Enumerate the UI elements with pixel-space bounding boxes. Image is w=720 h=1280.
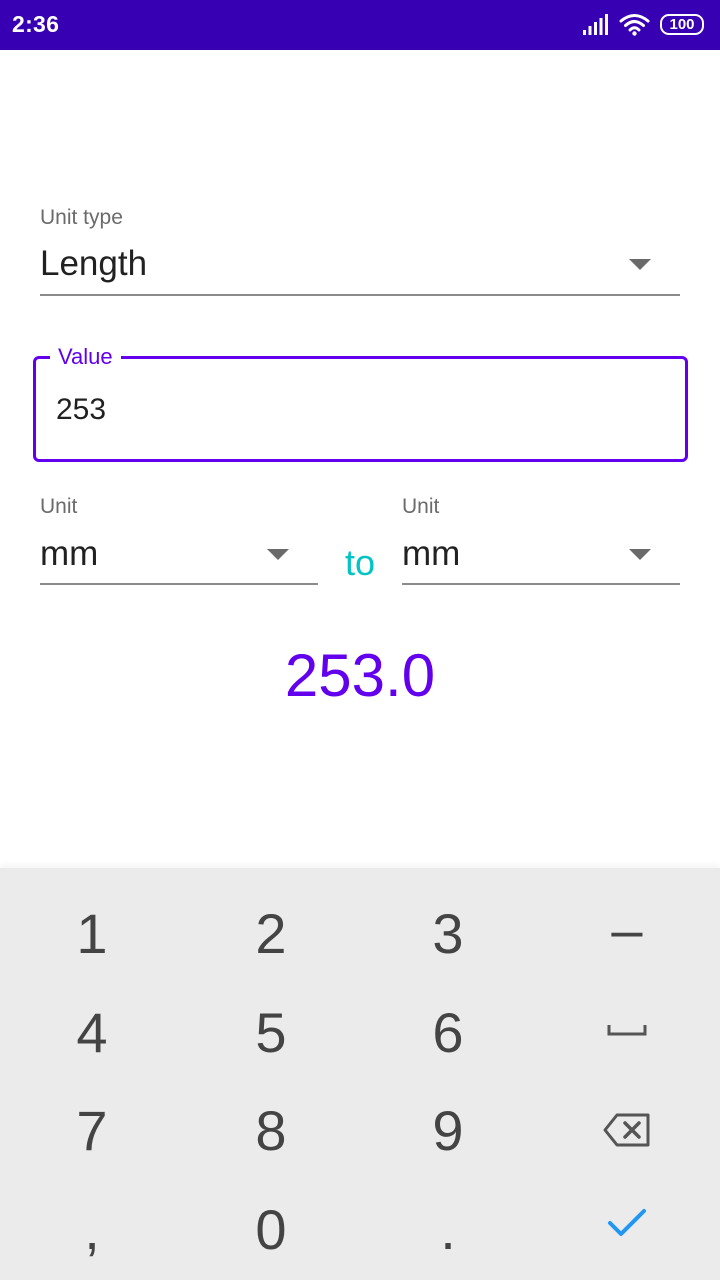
value-label: Value: [50, 344, 121, 370]
battery-level: 100: [669, 16, 695, 33]
value-input[interactable]: 253: [56, 393, 106, 427]
chevron-down-icon: [629, 549, 651, 560]
key-6[interactable]: 6: [358, 983, 538, 1081]
space-icon: [607, 1025, 647, 1036]
key-period[interactable]: .: [358, 1180, 538, 1278]
result-value: 253.0: [284, 642, 436, 709]
wifi-icon: [619, 14, 650, 36]
key-minus[interactable]: –: [537, 880, 717, 978]
unit-type-select[interactable]: Length: [40, 240, 680, 296]
key-9[interactable]: 9: [358, 1081, 538, 1179]
key-backspace[interactable]: [537, 1081, 717, 1179]
unit-type-label: Unit type: [40, 206, 123, 229]
key-7[interactable]: 7: [2, 1081, 182, 1179]
status-time: 2:36: [12, 11, 60, 37]
to-unit-select[interactable]: mm: [402, 530, 680, 585]
key-2[interactable]: 2: [181, 884, 361, 982]
to-unit-value: mm: [402, 534, 461, 573]
key-5[interactable]: 5: [181, 983, 361, 1081]
value-field[interactable]: Value 253: [33, 344, 688, 462]
check-icon: [608, 1209, 646, 1236]
status-bar: 2:36 100: [0, 0, 720, 50]
from-unit-label: Unit: [40, 495, 78, 518]
key-1[interactable]: 1: [2, 884, 182, 982]
from-unit-select[interactable]: mm: [40, 530, 318, 585]
key-done[interactable]: [537, 1174, 717, 1272]
battery-icon: 100: [660, 14, 704, 35]
signal-icon: [583, 14, 608, 35]
key-3[interactable]: 3: [358, 884, 538, 982]
chevron-down-icon: [629, 259, 651, 270]
key-space[interactable]: [537, 981, 717, 1079]
to-unit-label: Unit: [402, 495, 440, 518]
from-unit-value: mm: [40, 534, 99, 573]
to-label: to: [344, 542, 376, 583]
key-8[interactable]: 8: [181, 1081, 361, 1179]
backspace-icon: [603, 1113, 650, 1147]
numeric-keyboard: 1 2 3 – 4 5 6 7 8 9 , 0 .: [0, 868, 720, 1280]
key-4[interactable]: 4: [2, 983, 182, 1081]
key-0[interactable]: 0: [181, 1180, 361, 1278]
unit-type-value: Length: [40, 244, 148, 283]
chevron-down-icon: [267, 549, 289, 560]
key-comma[interactable]: ,: [2, 1180, 182, 1278]
